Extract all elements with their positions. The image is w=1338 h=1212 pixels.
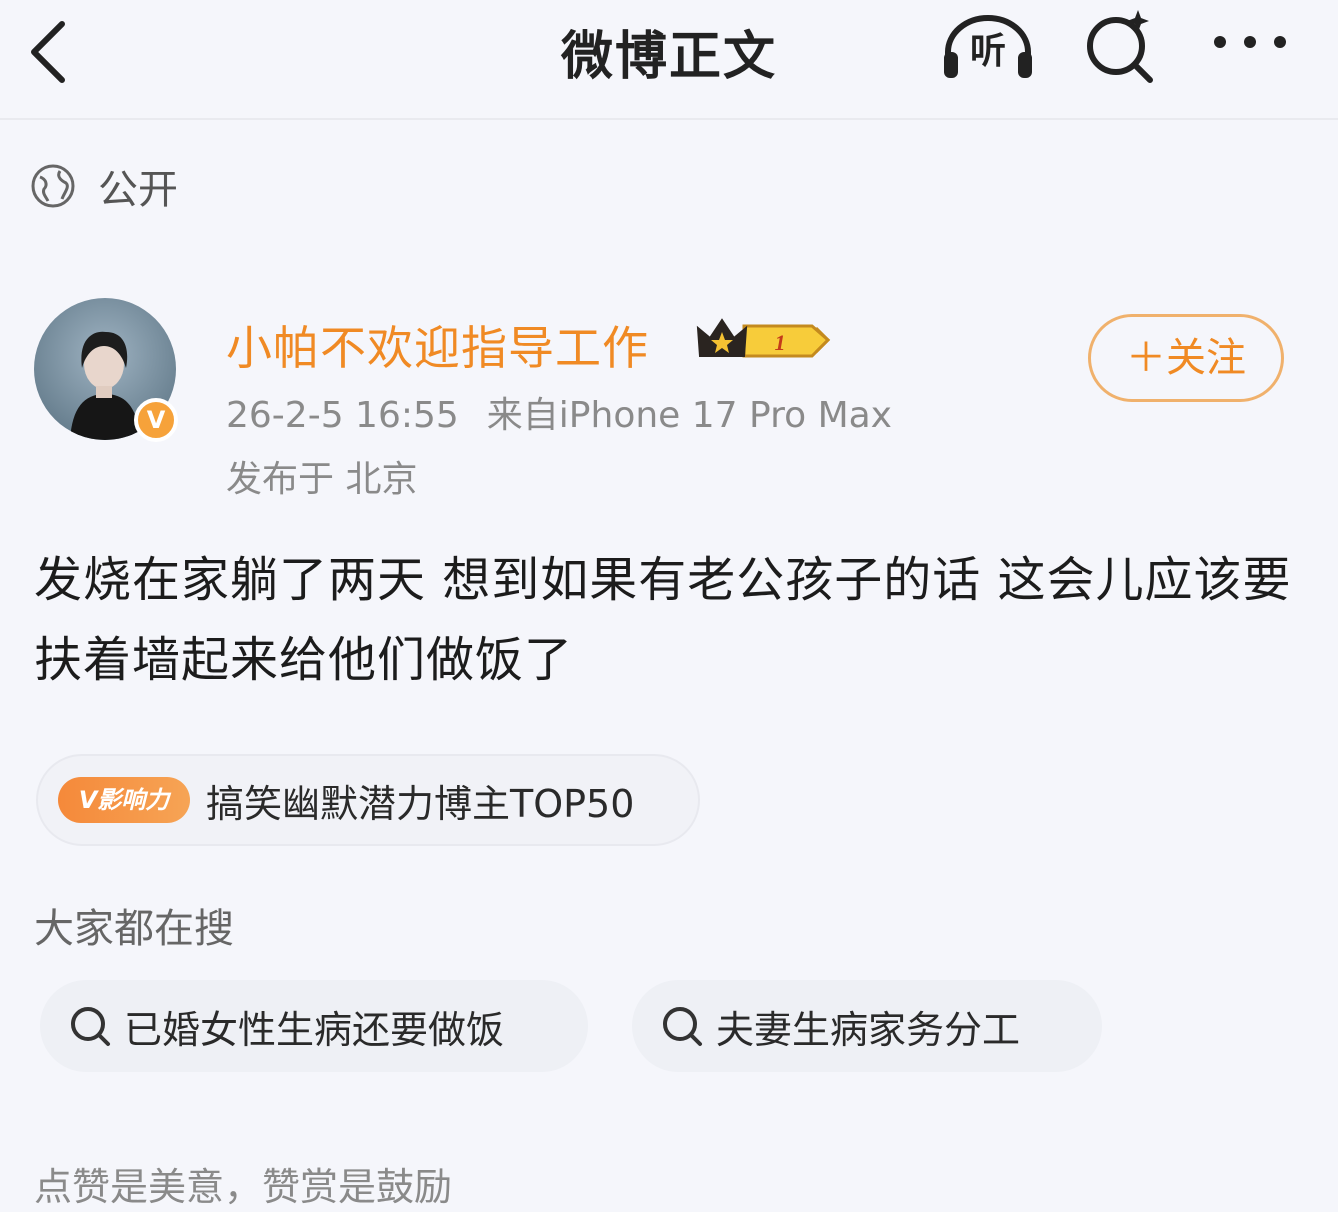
badge-level: 1 — [775, 330, 786, 355]
search-suggestion-label: 已婚女性生病还要做饭 — [124, 1007, 505, 1052]
search-suggestion-chip[interactable]: 已婚女性生病还要做饭 — [40, 980, 588, 1072]
crown-level-badge-icon[interactable]: 1 — [694, 312, 834, 368]
search-section-title: 大家都在搜 — [34, 906, 234, 952]
post-source: 来自iPhone 17 Pro Max — [486, 395, 892, 436]
visibility-label: 公开 — [98, 167, 178, 213]
more-button[interactable] — [1206, 22, 1296, 62]
influence-label: 搞笑幽默潜力博主TOP50 — [206, 781, 635, 826]
listen-label: 听 — [969, 31, 1006, 72]
reward-tip: 点赞是美意，赞赏是鼓励 — [34, 1165, 453, 1209]
post-text: 发烧在家躺了两天 想到如果有老公孩子的话 这会儿应该要扶着墙起来给他们做饭了 — [34, 552, 1292, 688]
search-icon — [663, 1007, 702, 1046]
search-suggestion-chip[interactable]: 夫妻生病家务分工 — [632, 980, 1102, 1072]
influence-tag[interactable]: V影响力 搞笑幽默潜力博主TOP50 — [36, 754, 700, 846]
follow-button[interactable]: ＋关注 — [1088, 314, 1284, 402]
back-button[interactable] — [22, 10, 82, 86]
search-suggestion-label: 夫妻生病家务分工 — [716, 1007, 1021, 1052]
top-navigation-bar: 微博正文 听 — [0, 0, 1338, 120]
search-button[interactable] — [1080, 6, 1160, 86]
author-name[interactable]: 小帕不欢迎指导工作 — [226, 312, 649, 378]
post-time: 26-2-5 16:55 — [226, 395, 459, 436]
chevron-left-icon — [31, 21, 65, 83]
post-meta: 26-2-5 16:55 来自iPhone 17 Pro Max — [226, 386, 892, 438]
influence-pill: V影响力 — [58, 777, 190, 823]
search-icon — [71, 1007, 110, 1046]
weibo-post-page: 微博正文 听 公开 V 小帕不欢迎指导工作 1 26-2-5 16:55 来自i… — [0, 0, 1338, 1212]
globe-icon — [31, 164, 75, 208]
visibility-indicator: 公开 — [30, 156, 178, 216]
search-sparkle-icon — [1087, 10, 1153, 83]
verified-badge: V — [134, 398, 178, 442]
post-location: 发布于 北京 — [226, 459, 418, 500]
more-dots-icon — [1214, 36, 1286, 48]
listen-button[interactable]: 听 — [940, 8, 1036, 84]
